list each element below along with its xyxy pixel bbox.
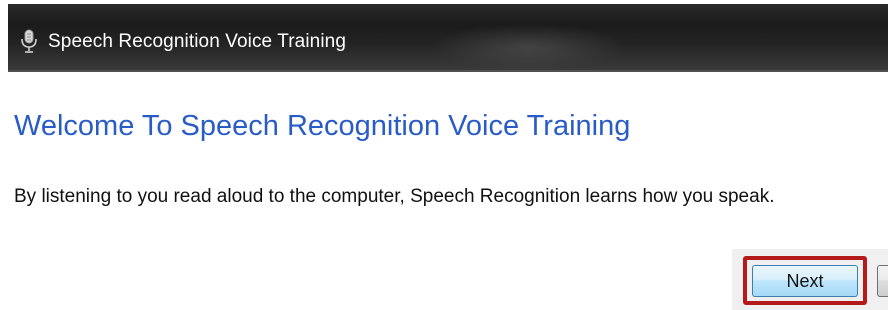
wizard-window: Speech Recognition Voice Training Welcom… — [0, 0, 888, 310]
title-bar-glow — [428, 24, 628, 70]
title-bar[interactable]: Speech Recognition Voice Training — [8, 4, 888, 72]
page-description: By listening to you read aloud to the co… — [14, 186, 775, 207]
microphone-icon — [18, 28, 40, 54]
page-heading: Welcome To Speech Recognition Voice Trai… — [14, 110, 631, 142]
window-title: Speech Recognition Voice Training — [48, 31, 346, 52]
next-button[interactable]: Next — [752, 265, 858, 297]
cancel-button[interactable] — [877, 265, 888, 297]
